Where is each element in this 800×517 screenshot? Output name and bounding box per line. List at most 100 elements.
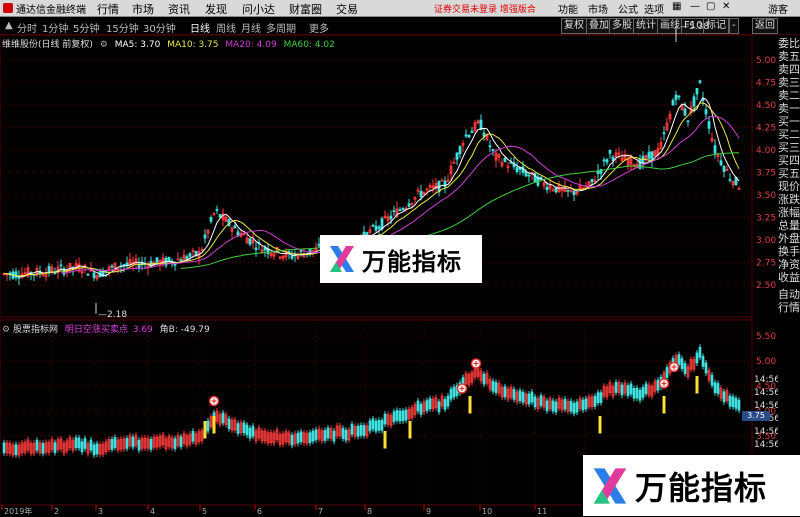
indicator-bar [35, 439, 39, 451]
quote-label-9: 买四 [778, 154, 800, 167]
candle-body [53, 272, 57, 275]
quote-label-3: 卖三 [778, 76, 800, 89]
quote-label-0: 委比 [778, 37, 800, 50]
signal-bar [383, 431, 387, 449]
candle-body [590, 178, 594, 183]
candle-body [677, 95, 681, 98]
candle-body [17, 276, 21, 279]
quote-label-18: 收益 [778, 271, 800, 284]
candle-body [566, 189, 570, 192]
indicator-bar [53, 442, 57, 453]
indicator-bar [314, 429, 318, 441]
indicator-bar [401, 410, 405, 422]
indicator-bar [539, 395, 543, 406]
price-tick: 4.50 [756, 101, 776, 111]
candle-body [401, 208, 405, 211]
sub-price-tick: 5.50 [756, 332, 776, 342]
candle-body [605, 159, 609, 163]
candle-body [707, 121, 711, 129]
time-label: 14:56 [754, 427, 778, 437]
x-tick-label: 3 [98, 507, 103, 516]
candle-body [254, 247, 258, 251]
candle-body [662, 132, 666, 135]
indicator-bar [644, 383, 648, 395]
candle-body [608, 149, 612, 154]
candle-body [674, 94, 678, 100]
candle-body [683, 108, 687, 116]
indicator-bar [89, 439, 93, 451]
candle-body [647, 151, 651, 159]
indicator-bar [383, 413, 387, 425]
price-tick: 3.50 [756, 191, 776, 201]
indicator-bar [110, 439, 114, 450]
price-tick: 3.00 [756, 236, 776, 246]
indicator-bar [731, 396, 735, 408]
quote-label-10: 买五 [778, 167, 800, 180]
watermark-logo-icon [330, 246, 354, 272]
indicator-bar [704, 362, 708, 374]
signal-bar [598, 416, 602, 434]
indicator-bar [518, 390, 522, 402]
candle-body [704, 109, 708, 115]
candle-body [671, 100, 675, 106]
x-tick-label: 6 [257, 507, 262, 516]
indicator-bar [530, 391, 534, 403]
price-tick: 4.00 [756, 146, 776, 156]
candle-body [488, 145, 492, 148]
indicator-bar [527, 393, 531, 405]
watermark-text: 万能指标 [362, 247, 462, 276]
high-label: —5.38 [680, 22, 709, 32]
indicator-bar [449, 388, 453, 400]
candle-body [137, 264, 141, 269]
indicator-angle: 角B: -49.79 [159, 325, 210, 335]
indicator-bar [572, 403, 576, 414]
candle-body [455, 152, 459, 160]
candle-body [686, 120, 690, 123]
candle-body [482, 132, 486, 137]
indicator-bar [554, 401, 558, 413]
indicator-source[interactable]: 股票指标网 [13, 325, 58, 335]
indicator-bar [41, 443, 45, 454]
candle-body [602, 159, 606, 162]
candle-body [218, 214, 222, 218]
indicator-bar [137, 439, 141, 451]
quote-label-20: 行情 [778, 301, 800, 314]
signal-bar [695, 376, 699, 394]
indicator-bar [569, 400, 573, 412]
candle-body [464, 134, 468, 137]
indicator-bar [2, 442, 6, 454]
indicator-bar [419, 403, 423, 415]
indicator-bar [683, 363, 687, 374]
indicator-bar [545, 400, 549, 412]
x-tick-label: 7 [318, 507, 323, 516]
candle-body [458, 146, 462, 155]
candle-body [185, 256, 189, 260]
candle-body [188, 253, 192, 257]
indicator-bar [695, 352, 699, 364]
indicator-value: 3.69 [132, 325, 153, 335]
indicator-bar [374, 420, 378, 432]
indicator-settings-icon[interactable]: ⚙ [2, 325, 10, 335]
indicator-bar [398, 410, 402, 422]
indicator-bar [173, 438, 177, 450]
indicator-bar [638, 389, 642, 401]
candle-body [92, 272, 96, 279]
indicator-bar [356, 426, 360, 437]
signal-bar [408, 421, 412, 439]
indicator-bar [359, 424, 363, 436]
indicator-bar [323, 430, 327, 441]
indicator-bar [710, 374, 714, 386]
indicator-bar [728, 395, 732, 407]
indicator-bar [491, 380, 495, 392]
indicator-bar [665, 367, 669, 378]
indicator-bar [341, 428, 345, 439]
indicator-bar [446, 395, 450, 407]
indicator-bar [191, 430, 195, 442]
indicator-bar [221, 412, 225, 424]
indicator-bar [482, 373, 486, 385]
candle-body [470, 130, 474, 134]
candle-body [467, 134, 471, 138]
indicator-title[interactable]: 明日空涨买卖点 [65, 325, 128, 335]
price-tick: 5.00 [756, 56, 776, 66]
indicator-bar [713, 382, 717, 393]
